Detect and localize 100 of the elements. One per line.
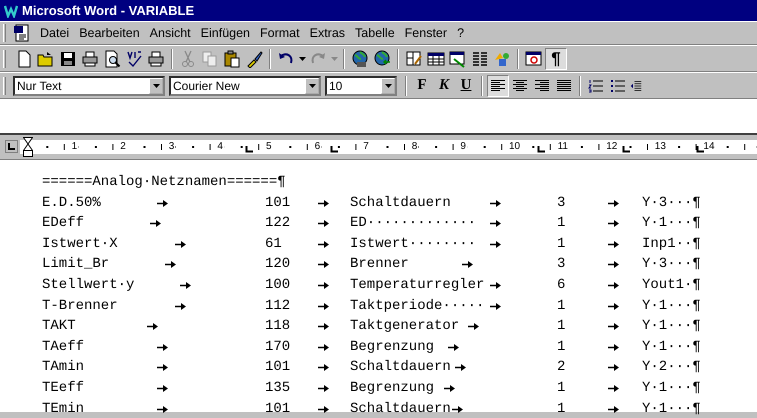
document-text: Limit_Br: [42, 256, 110, 272]
document-text: Stellwert·y: [42, 276, 134, 293]
tab-mark-icon: [157, 344, 168, 351]
tab-mark-icon: [608, 384, 619, 392]
document-text: 170: [265, 338, 290, 355]
document-text: EDeff: [42, 215, 84, 232]
document-text: Taktperiode·····: [350, 298, 484, 314]
tab-mark-icon: [318, 261, 329, 268]
menu-item[interactable]: ?: [452, 26, 470, 40]
tab-mark-icon: [318, 200, 329, 207]
tab-mark-icon: [165, 261, 176, 268]
menu-item[interactable]: Ansicht: [144, 26, 196, 40]
bold-button[interactable]: F: [411, 74, 433, 96]
document-text: ED·············: [350, 215, 476, 232]
document-text: Begrenzung: [350, 380, 434, 396]
tab-mark-icon: [608, 282, 619, 289]
document-text: 101: [265, 400, 290, 417]
tab-mark-icon: [608, 240, 619, 248]
tab-mark-icon: [180, 282, 191, 289]
document-text: Schaltdauern: [350, 194, 451, 211]
document-text: TAmin: [42, 359, 84, 376]
document-text: Yout1·¶: [642, 276, 701, 293]
tab-mark-icon: [318, 282, 329, 289]
tab-mark-icon: [318, 364, 329, 372]
tab-mark-icon: [462, 261, 473, 268]
document-text: 1: [557, 215, 566, 232]
tab-mark-icon: [175, 302, 186, 310]
menu-item[interactable]: Datei: [35, 26, 74, 40]
tab-mark-icon: [608, 200, 619, 207]
underline-button[interactable]: U: [455, 74, 477, 96]
toolbar-grip[interactable]: [3, 50, 6, 68]
style-dropdown[interactable]: Nur Text: [13, 76, 165, 96]
document-text: 100: [265, 276, 290, 293]
tab-mark-icon: [608, 344, 619, 351]
tab-mark-icon: [490, 302, 501, 310]
toolbar-grip[interactable]: [3, 76, 6, 94]
menu-item[interactable]: Format: [255, 26, 305, 40]
window-title: Microsoft Word - VARIABLE: [22, 3, 194, 18]
document-text: E.D.50%: [42, 194, 101, 211]
tab-mark-icon: [455, 364, 466, 372]
menu-item[interactable]: Fenster: [400, 26, 452, 40]
document-icon[interactable]: [13, 24, 31, 42]
word-logo-icon: [4, 4, 18, 18]
document-text: 1: [557, 400, 566, 417]
menu-item[interactable]: Extras: [304, 26, 350, 40]
tab-mark-icon: [444, 384, 455, 392]
document-text: TAKT: [42, 318, 76, 334]
text-lines-icon: [490, 78, 506, 92]
tab-stop-icon: [7, 142, 16, 151]
document-heading: ======Analog·Netznamen======¶: [42, 173, 286, 192]
document-text: 1: [557, 338, 566, 355]
tab-mark-icon: [157, 200, 168, 207]
document-text: Inp1··¶: [642, 236, 701, 252]
menu-item[interactable]: Bearbeiten: [74, 26, 145, 40]
document-text: TAeff: [42, 338, 84, 355]
document-text: Y·2···¶: [642, 359, 701, 376]
font-dropdown[interactable]: Courier New: [169, 76, 321, 96]
menu-item[interactable]: Einfügen: [196, 26, 256, 40]
document-text: Y·1···¶: [642, 215, 701, 232]
tab-mark-icon: [608, 323, 619, 330]
tab-selector-button[interactable]: [5, 140, 18, 153]
document-text: 3: [557, 256, 566, 272]
tab-stop-icon[interactable]: [245, 146, 253, 153]
text-lines-icon: [512, 78, 528, 92]
menu-item[interactable]: Tabelle: [350, 26, 400, 40]
document-text: Schaltdauern: [350, 359, 451, 376]
tab-mark-icon: [490, 282, 501, 289]
document-text: 122: [265, 215, 290, 232]
tab-stop-icon[interactable]: [622, 146, 630, 153]
tab-mark-icon: [468, 323, 479, 330]
tab-mark-icon: [157, 384, 168, 392]
document-text: 1: [557, 298, 566, 314]
tab-mark-icon: [147, 323, 158, 330]
tab-stop-icon[interactable]: [696, 146, 704, 153]
indent-marker-icon[interactable]: [23, 137, 33, 157]
text-lines-icon: [534, 78, 550, 92]
text-lines-icon: [556, 78, 572, 92]
tab-stop-icon[interactable]: [537, 146, 545, 153]
tab-mark-icon: [490, 240, 501, 248]
tab-mark-icon: [318, 220, 329, 228]
document-text: 101: [265, 359, 290, 376]
tab-mark-icon: [157, 364, 168, 372]
document-text: Begrenzung: [350, 338, 434, 355]
font-size-dropdown[interactable]: 10: [325, 76, 397, 96]
align-left-button[interactable]: [487, 74, 509, 96]
show-formatting-marks-button[interactable]: ¶: [545, 48, 567, 70]
tab-mark-icon: [448, 344, 459, 351]
document-text: Istwert········: [350, 236, 476, 252]
caret-icon[interactable]: [297, 56, 307, 60]
document-text: T-Brenner: [42, 298, 118, 314]
document-text: Y·3···¶: [642, 194, 701, 211]
italic-button[interactable]: K: [433, 74, 455, 96]
toolbar-grip[interactable]: [3, 24, 6, 42]
tab-stop-icon[interactable]: [330, 146, 338, 153]
tab-mark-icon: [608, 302, 619, 310]
document-text: 3: [557, 194, 566, 211]
tab-mark-icon: [608, 220, 619, 228]
tab-mark-icon: [150, 220, 161, 228]
tab-mark-icon: [318, 406, 329, 413]
tab-mark-icon: [452, 406, 463, 413]
